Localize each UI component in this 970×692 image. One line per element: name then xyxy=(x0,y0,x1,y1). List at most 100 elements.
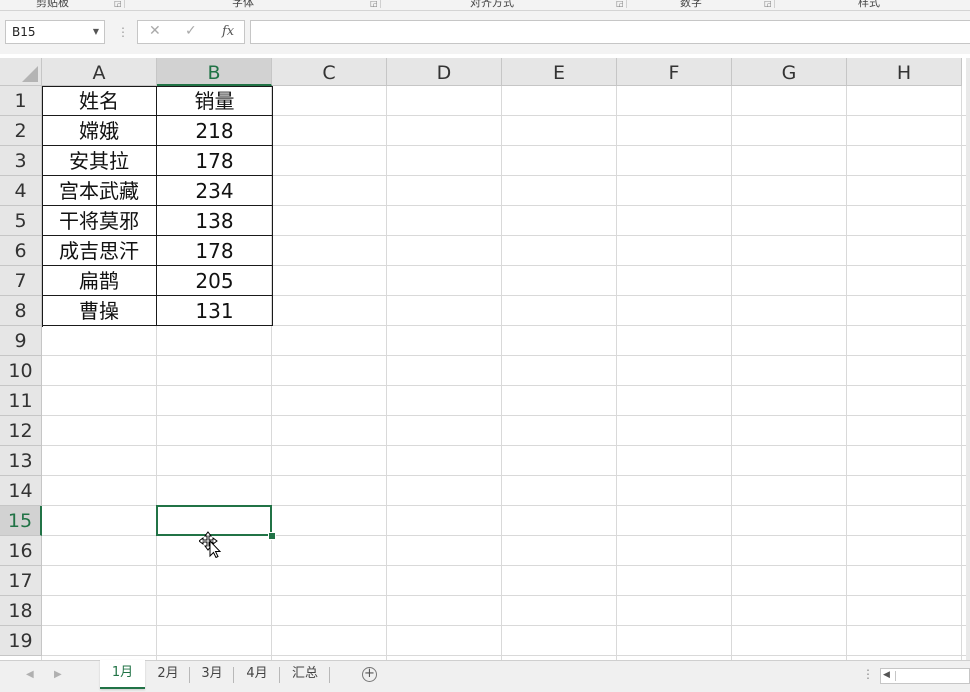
splitter-handle[interactable]: ⋮ xyxy=(117,25,129,39)
name-box[interactable]: B15 ▼ xyxy=(5,20,105,44)
ribbon-group-clipboard: 剪贴板 xyxy=(36,0,69,9)
tab-separator xyxy=(189,667,190,683)
worksheet-grid[interactable]: A B C D E F G H 1 2 3 4 5 6 7 8 9 10 11 12 13 14 15 16 17 18 19 姓名销… xyxy=(0,58,966,660)
formula-buttons: ✕ ✓ fx xyxy=(137,20,245,44)
row-header-6[interactable]: 6 xyxy=(0,236,42,266)
cancel-icon[interactable]: ✕ xyxy=(149,23,161,39)
table-cell[interactable]: 178 xyxy=(157,236,273,266)
ribbon-divider xyxy=(626,0,627,8)
gridline xyxy=(42,475,966,476)
tab-separator xyxy=(279,667,280,683)
clipboard-launcher-icon[interactable]: ◲ xyxy=(114,0,122,8)
column-header-f[interactable]: F xyxy=(617,58,732,86)
row-header-9[interactable]: 9 xyxy=(0,326,42,356)
gridline xyxy=(42,355,966,356)
column-header-h[interactable]: H xyxy=(847,58,962,86)
table-header-cell[interactable]: 姓名 xyxy=(42,86,157,116)
insert-function-icon[interactable]: fx xyxy=(222,24,234,39)
font-launcher-icon[interactable]: ◲ xyxy=(370,0,378,8)
gridline xyxy=(846,86,847,660)
column-header-c[interactable]: C xyxy=(272,58,387,86)
gridline xyxy=(42,385,966,386)
sheet-tab-4[interactable]: 4月 xyxy=(235,661,279,687)
formula-input[interactable] xyxy=(250,20,970,44)
table-cell[interactable]: 131 xyxy=(157,296,273,326)
gridline xyxy=(961,86,962,660)
gridline xyxy=(501,86,502,660)
row-header-2[interactable]: 2 xyxy=(0,116,42,146)
row-header-17[interactable]: 17 xyxy=(0,566,42,596)
row-header-15[interactable]: 15 xyxy=(0,506,42,536)
row-header-14[interactable]: 14 xyxy=(0,476,42,506)
row-header-13[interactable]: 13 xyxy=(0,446,42,476)
gridline xyxy=(42,415,966,416)
ribbon-divider xyxy=(124,0,125,8)
fill-handle[interactable] xyxy=(268,532,276,540)
enter-icon[interactable]: ✓ xyxy=(185,23,197,39)
chevron-down-icon[interactable]: ▼ xyxy=(93,21,99,43)
move-cursor-icon xyxy=(198,530,225,559)
row-header-4[interactable]: 4 xyxy=(0,176,42,206)
name-box-value: B15 xyxy=(12,25,36,39)
ribbon-group-styles: 样式 xyxy=(858,0,880,9)
row-header-10[interactable]: 10 xyxy=(0,356,42,386)
table-cell[interactable]: 178 xyxy=(157,146,273,176)
gridline xyxy=(42,565,966,566)
ribbon-group-font: 字体 xyxy=(232,0,254,9)
plus-circle-icon[interactable]: + xyxy=(362,667,377,682)
table-cell[interactable]: 干将莫邪 xyxy=(42,206,157,236)
select-all-button[interactable] xyxy=(0,58,42,86)
sheet-tab-3[interactable]: 3月 xyxy=(191,661,233,687)
sheet-tab-bar: ◀ ▶ + ⋮ ◀ 1月 2月 3月 4月 汇总 xyxy=(0,660,970,692)
table-cell[interactable]: 218 xyxy=(157,116,273,146)
sheet-tab-1[interactable]: 1月 xyxy=(100,660,145,689)
column-header-e[interactable]: E xyxy=(502,58,617,86)
table-cell[interactable]: 嫦娥 xyxy=(42,116,157,146)
gridline xyxy=(42,625,966,626)
row-header-1[interactable]: 1 xyxy=(0,86,42,116)
row-header-18[interactable]: 18 xyxy=(0,596,42,626)
tab-separator xyxy=(233,667,234,683)
row-header-12[interactable]: 12 xyxy=(0,416,42,446)
gridline xyxy=(42,595,966,596)
horizontal-scrollbar[interactable]: ◀ xyxy=(880,668,970,684)
row-header-8[interactable]: 8 xyxy=(0,296,42,326)
row-header-3[interactable]: 3 xyxy=(0,146,42,176)
alignment-launcher-icon[interactable]: ◲ xyxy=(616,0,624,8)
tab-splitter-handle[interactable]: ⋮ xyxy=(862,667,874,681)
table-cell[interactable]: 安其拉 xyxy=(42,146,157,176)
sheet-tab-2[interactable]: 2月 xyxy=(147,661,189,687)
row-header-16[interactable]: 16 xyxy=(0,536,42,566)
table-cell[interactable]: 扁鹊 xyxy=(42,266,157,296)
scroll-left-icon[interactable]: ◀ xyxy=(883,670,890,680)
column-header-b[interactable]: B xyxy=(157,58,272,86)
row-header-7[interactable]: 7 xyxy=(0,266,42,296)
scrollbar-thumb[interactable] xyxy=(895,671,966,681)
vertical-scrollbar[interactable] xyxy=(966,58,970,660)
gridline xyxy=(42,445,966,446)
table-cell[interactable]: 234 xyxy=(157,176,273,206)
sheet-tab-5[interactable]: 汇总 xyxy=(281,661,329,687)
column-header-a[interactable]: A xyxy=(42,58,157,86)
gridline xyxy=(42,655,966,656)
table-cell[interactable]: 曹操 xyxy=(42,296,157,326)
ribbon-group-number: 数字 xyxy=(680,0,702,9)
row-header-19[interactable]: 19 xyxy=(0,626,42,656)
table-cell[interactable]: 宫本武藏 xyxy=(42,176,157,206)
table-cell[interactable]: 成吉思汗 xyxy=(42,236,157,266)
table-cell[interactable]: 205 xyxy=(157,266,273,296)
row-header-11[interactable]: 11 xyxy=(0,386,42,416)
chevron-right-icon[interactable]: ▶ xyxy=(54,669,62,680)
column-header-d[interactable]: D xyxy=(387,58,502,86)
number-launcher-icon[interactable]: ◲ xyxy=(764,0,772,8)
formula-row: B15 ▼ ⋮ ✕ ✓ fx xyxy=(0,11,970,54)
chevron-left-icon[interactable]: ◀ xyxy=(26,669,34,680)
ribbon-divider xyxy=(774,0,775,8)
column-header-g[interactable]: G xyxy=(732,58,847,86)
gridline xyxy=(731,86,732,660)
ribbon-divider xyxy=(380,0,381,8)
table-header-cell[interactable]: 销量 xyxy=(157,86,273,116)
table-cell[interactable]: 138 xyxy=(157,206,273,236)
tab-separator xyxy=(329,667,330,683)
row-header-5[interactable]: 5 xyxy=(0,206,42,236)
